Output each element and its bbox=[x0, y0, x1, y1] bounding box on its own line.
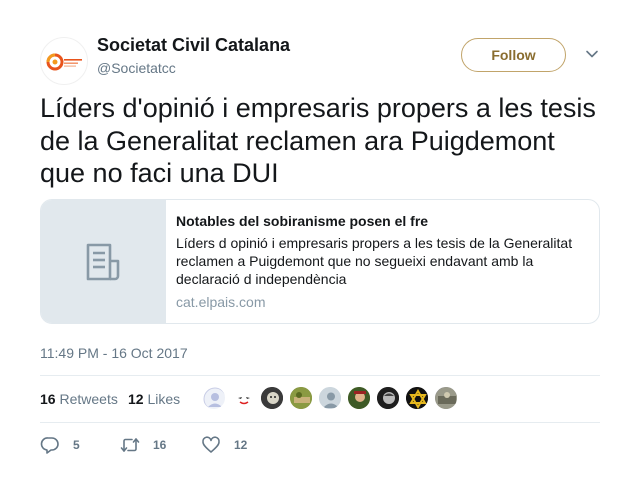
display-name[interactable]: Societat Civil Catalana bbox=[97, 34, 290, 56]
tweet-text: Líders d'opinió i empresaris propers a l… bbox=[40, 93, 596, 188]
societat-civil-catalana-logo-icon bbox=[46, 53, 82, 71]
card-title: Notables del sobiranisme posen el fre bbox=[176, 213, 429, 229]
retweets-label: Retweets bbox=[59, 391, 118, 407]
liker-avatar[interactable] bbox=[434, 386, 458, 410]
tweet-header: Societat Civil Catalana @Societatcc Foll… bbox=[40, 30, 600, 85]
reply-count: 5 bbox=[73, 438, 80, 452]
retweet-icon bbox=[120, 438, 140, 452]
like-button[interactable]: 12 bbox=[201, 433, 247, 457]
likes-label: Likes bbox=[147, 391, 181, 407]
likes-stat[interactable]: 12 Likes bbox=[128, 391, 180, 407]
link-card[interactable]: Notables del sobiranisme posen el fre Lí… bbox=[40, 199, 600, 324]
card-domain: cat.elpais.com bbox=[176, 294, 266, 310]
retweets-count: 16 bbox=[40, 391, 56, 407]
retweet-count: 16 bbox=[153, 438, 167, 452]
account-names: Societat Civil Catalana @Societatcc bbox=[97, 34, 290, 78]
liker-avatar[interactable] bbox=[376, 386, 400, 410]
account-handle[interactable]: @Societatcc bbox=[97, 58, 290, 78]
liker-avatar[interactable] bbox=[260, 386, 284, 410]
heart-icon bbox=[202, 436, 220, 453]
like-count: 12 bbox=[234, 438, 248, 452]
tweet-timestamp[interactable]: 11:49 PM - 16 Oct 2017 bbox=[40, 345, 188, 361]
tweet-stats: 16 Retweets 12 Likes bbox=[40, 375, 600, 423]
liker-avatar[interactable] bbox=[202, 386, 226, 410]
retweet-button[interactable]: 16 bbox=[120, 433, 166, 457]
avatar[interactable] bbox=[40, 37, 88, 85]
retweets-stat[interactable]: 16 Retweets bbox=[40, 391, 118, 407]
liker-avatar[interactable] bbox=[318, 386, 342, 410]
card-body: Notables del sobiranisme posen el fre Lí… bbox=[176, 212, 586, 311]
liker-avatar[interactable] bbox=[405, 386, 429, 410]
likes-count: 12 bbox=[128, 391, 144, 407]
card-description: Líders d opinió i empresaris propers a l… bbox=[176, 235, 573, 287]
reply-button[interactable]: 5 bbox=[40, 433, 80, 457]
card-media bbox=[41, 200, 166, 323]
liker-avatar[interactable] bbox=[289, 386, 313, 410]
reply-icon bbox=[40, 437, 59, 454]
follow-button[interactable]: Follow bbox=[461, 38, 566, 72]
liker-avatar[interactable] bbox=[347, 386, 371, 410]
liker-avatar[interactable] bbox=[231, 386, 255, 410]
chevron-down-icon[interactable] bbox=[584, 46, 600, 62]
document-icon bbox=[86, 243, 120, 281]
tweet-actions: 5 16 12 bbox=[40, 433, 600, 457]
